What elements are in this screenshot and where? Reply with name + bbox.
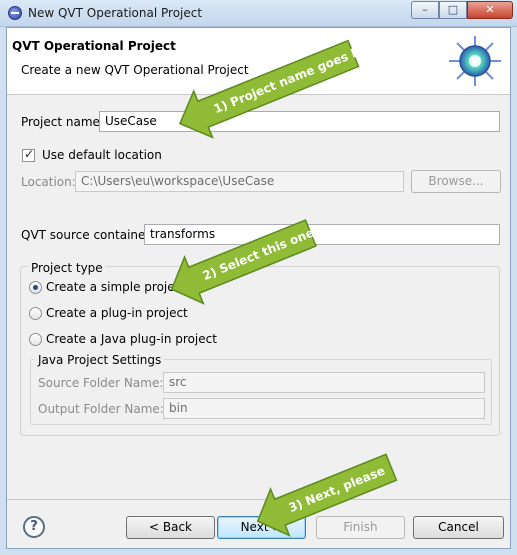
annotation-arrow-1: 1) Project name goes here 2) Select this… (170, 36, 398, 537)
annotation-text-2: 2) Select this one (201, 226, 316, 283)
annotation-text-1: 1) Project name goes here (212, 36, 383, 116)
annotation-arrow-3: 3) Next, please (256, 453, 398, 537)
annotation-arrow-2: 2) Select this one (170, 219, 317, 305)
